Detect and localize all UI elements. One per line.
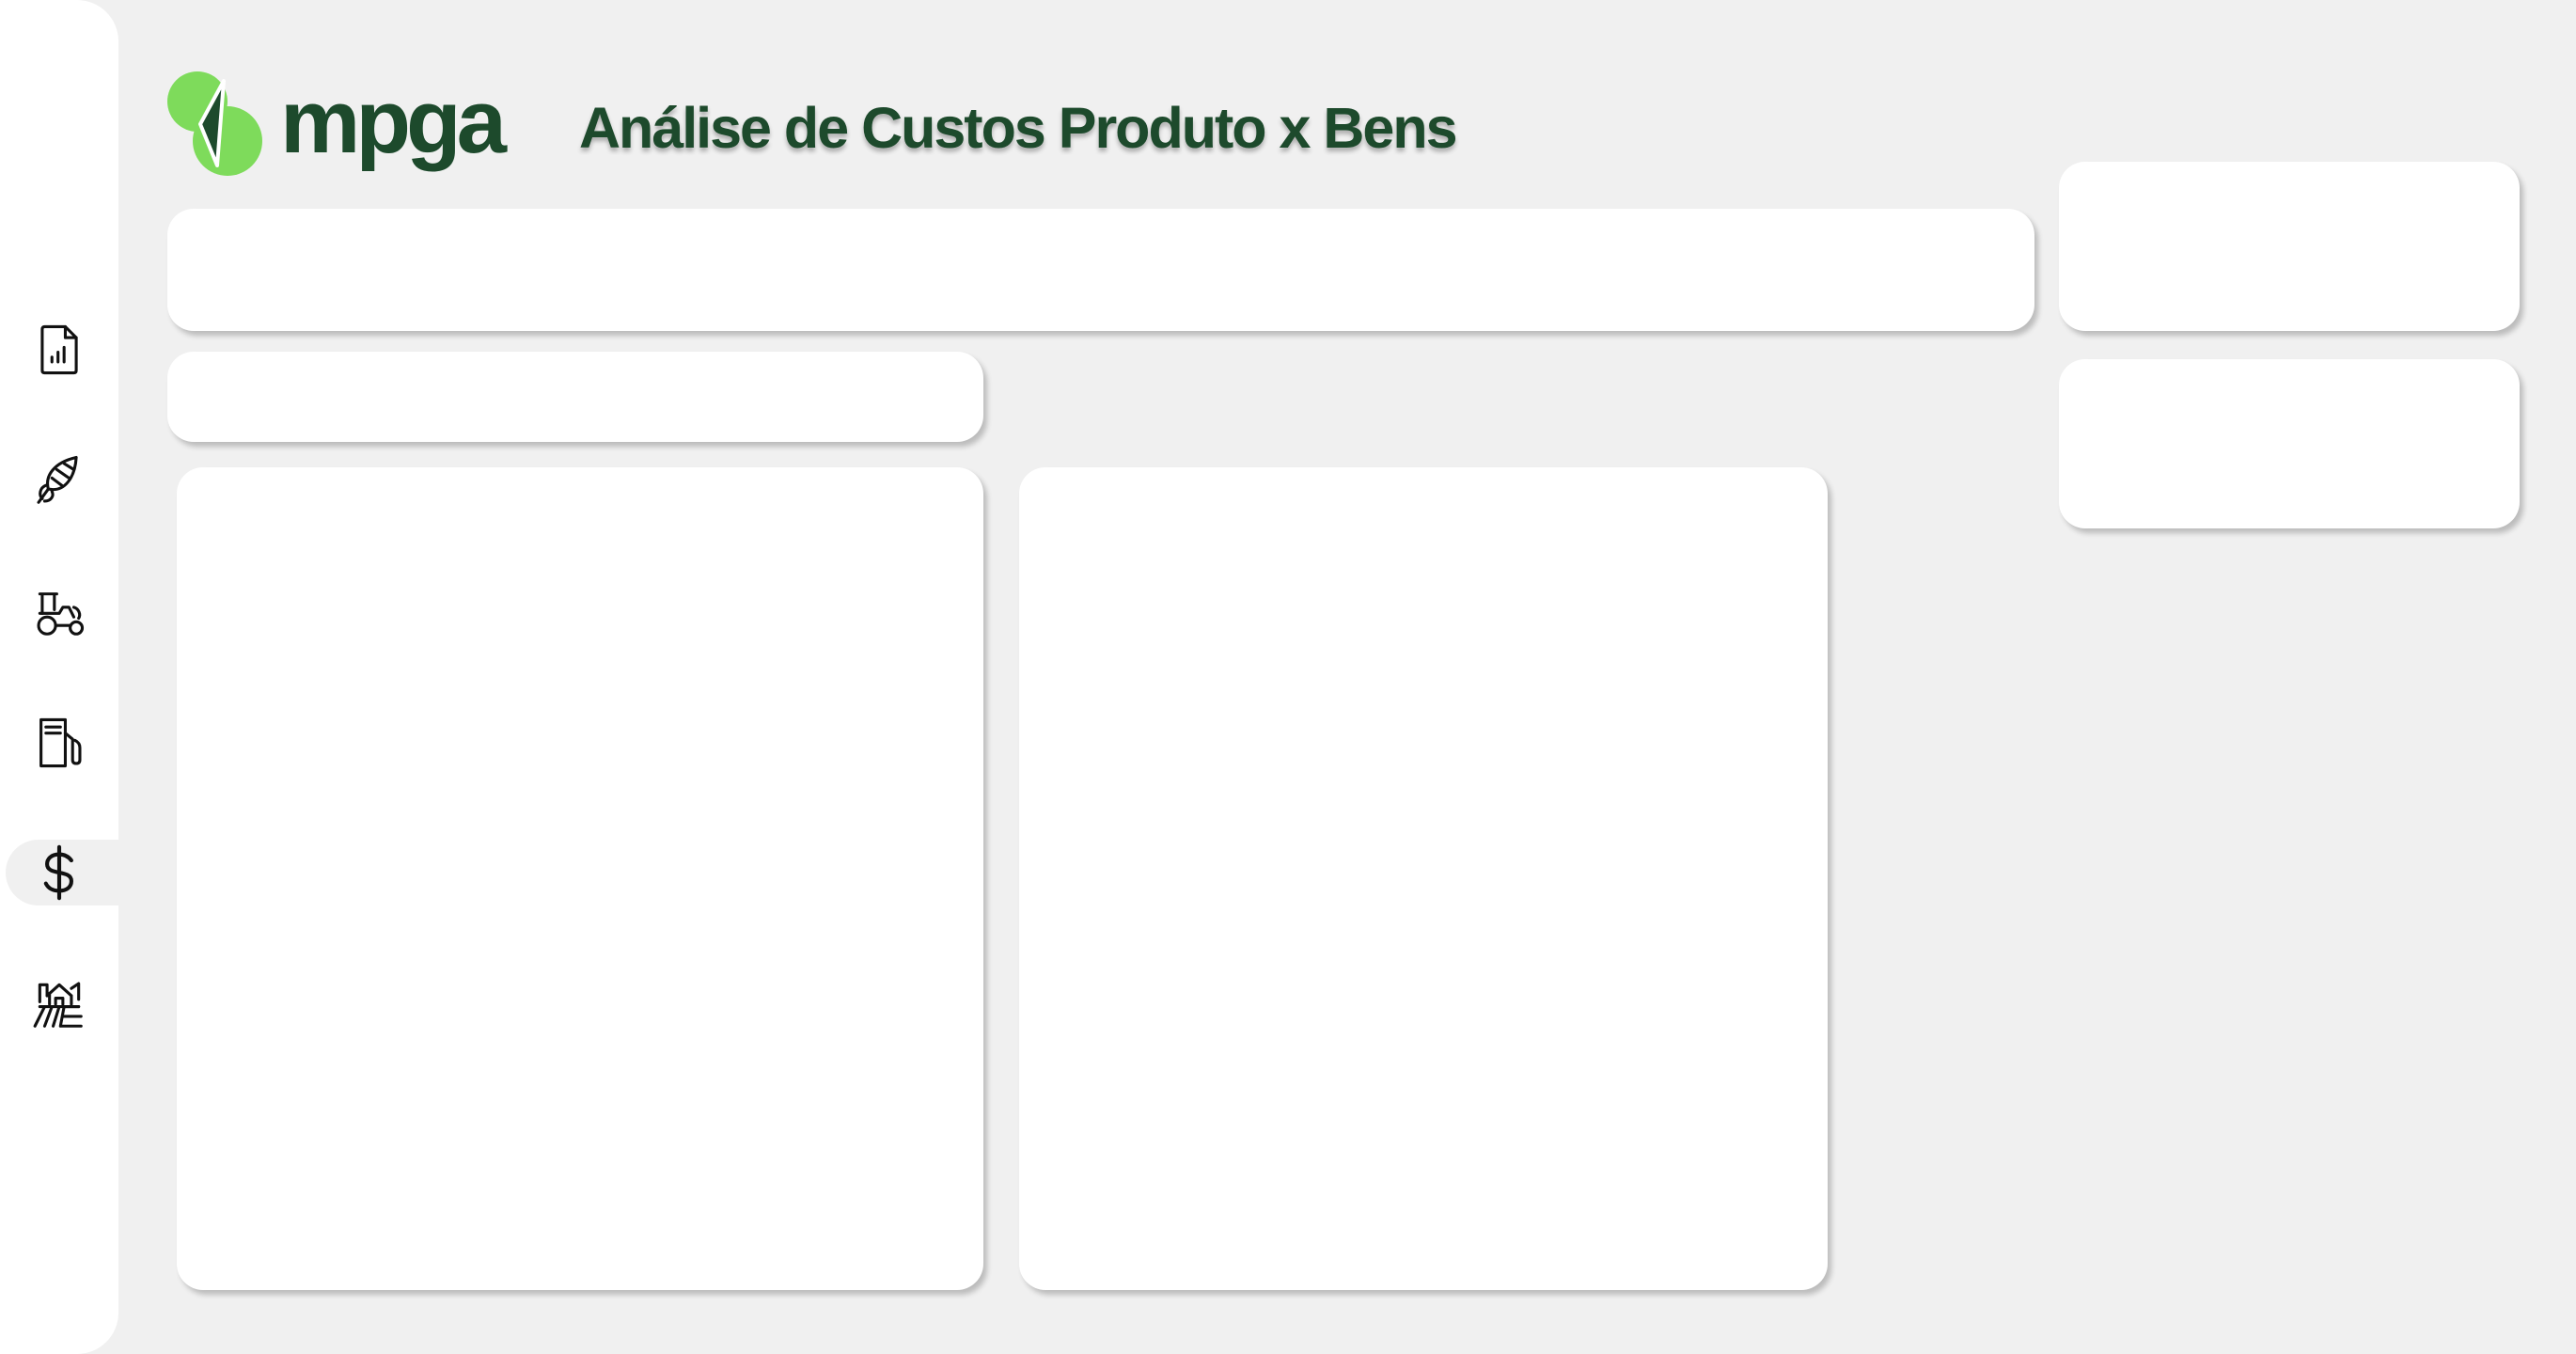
nav-item-corn[interactable] xyxy=(0,439,118,522)
nav-item-tractor[interactable] xyxy=(0,571,118,653)
corn-icon xyxy=(37,455,78,504)
sidebar xyxy=(0,0,118,1354)
brand-name: mpga xyxy=(280,71,507,172)
tractor-icon xyxy=(37,592,85,636)
kpi-card-top xyxy=(2059,162,2520,331)
kpi-card-bottom xyxy=(2059,359,2520,528)
nav-item-dollar[interactable] xyxy=(0,831,118,914)
filter-bar-card xyxy=(167,209,2034,331)
chart-panel-left xyxy=(177,467,983,1290)
page-title: Análise de Custos Produto x Bens xyxy=(579,96,1458,160)
selector-card xyxy=(167,352,983,442)
nav-item-report[interactable] xyxy=(0,308,118,391)
nav-item-farm[interactable] xyxy=(0,963,118,1046)
fuel-pump-icon xyxy=(39,717,82,768)
nav-item-fuel[interactable] xyxy=(0,701,118,784)
chart-panel-right xyxy=(1019,467,1828,1290)
dollar-icon xyxy=(43,844,73,901)
report-icon xyxy=(40,324,78,375)
brand-logo-icon xyxy=(167,71,262,176)
farm-icon xyxy=(33,982,83,1028)
